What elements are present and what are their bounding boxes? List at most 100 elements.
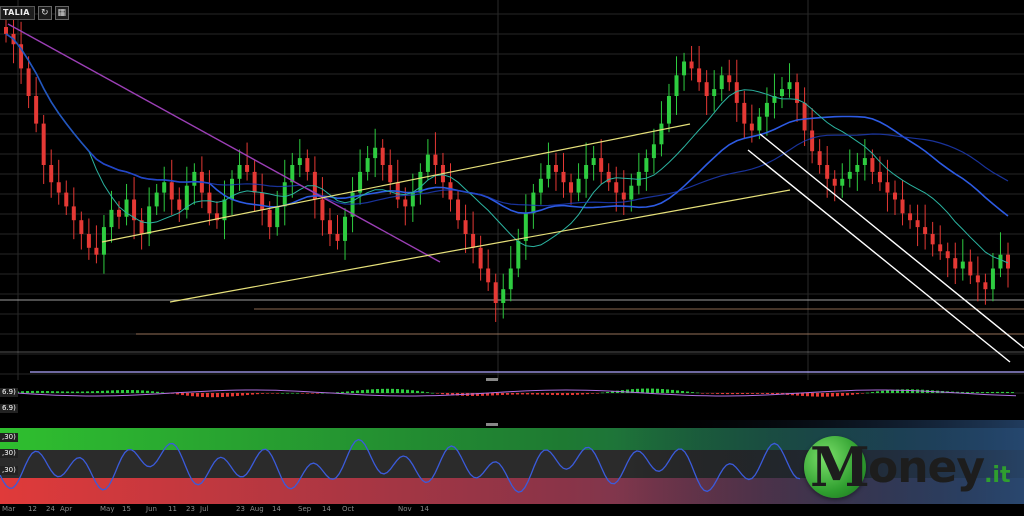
- macd-bar: [281, 392, 284, 394]
- candle-body: [456, 199, 461, 221]
- candle-body: [975, 275, 980, 283]
- macd-bar: [186, 393, 189, 396]
- candle-body: [614, 182, 619, 193]
- candle-body: [712, 89, 717, 96]
- logo-suffix: .it: [984, 463, 1011, 488]
- x-tick-label: 14: [420, 505, 429, 513]
- candle-body: [817, 151, 822, 165]
- macd-bar: [161, 392, 164, 393]
- candle-body: [862, 158, 867, 165]
- candle-body: [501, 289, 506, 303]
- candle-body: [260, 192, 265, 210]
- candle-body: [666, 96, 671, 124]
- macd-bar: [291, 392, 294, 394]
- macd-bar: [546, 393, 549, 395]
- macd-bar: [886, 390, 889, 393]
- macd-bar: [71, 391, 74, 393]
- symbol-label[interactable]: TALIA: [0, 6, 35, 20]
- candle-body: [516, 240, 521, 269]
- candle-body: [109, 209, 114, 228]
- candle-body: [885, 182, 890, 193]
- macd-bar: [96, 391, 99, 393]
- candle-body: [742, 102, 747, 124]
- candle-body: [576, 178, 581, 193]
- macd-bar: [661, 389, 664, 393]
- macd-bar: [421, 391, 424, 393]
- candle-body: [388, 165, 393, 183]
- macd-bar: [966, 392, 969, 393]
- candle-body: [923, 227, 928, 234]
- candle-body: [960, 261, 965, 269]
- x-tick-label: Mar: [2, 505, 16, 513]
- macd-bar: [691, 392, 694, 393]
- macd-bar: [126, 390, 129, 393]
- candle-body: [380, 147, 385, 165]
- macd-bar: [116, 390, 119, 393]
- macd-bar: [746, 393, 749, 394]
- macd-bar: [566, 393, 569, 396]
- candle-body: [719, 75, 724, 90]
- macd-bar: [301, 393, 304, 394]
- candle-body: [968, 261, 973, 276]
- macd-bar: [266, 393, 269, 394]
- macd-bar: [761, 393, 764, 394]
- candle-body: [403, 199, 408, 207]
- candle-body: [629, 185, 634, 200]
- candle-body: [900, 199, 905, 214]
- macd-bar: [836, 393, 839, 397]
- macd-bar: [81, 391, 84, 393]
- macd-bar: [206, 393, 209, 398]
- macd-bar: [576, 393, 579, 395]
- macd-bar: [401, 389, 404, 393]
- macd-bar: [386, 388, 389, 393]
- x-axis: Mar 12 24 Apr May 15 Jun 11 23 Jul 23 Aug 14 Sep 14 Oct…: [0, 504, 1024, 516]
- calendar-icon[interactable]: ▦: [54, 6, 69, 20]
- candle-body: [892, 192, 897, 200]
- macd-bar: [411, 390, 414, 393]
- candle-body: [207, 192, 212, 214]
- x-tick-label: Sep: [298, 505, 312, 513]
- candle-body: [749, 123, 754, 131]
- candle-body: [94, 247, 99, 255]
- x-tick-label: Jun: [146, 505, 157, 513]
- macd-bar: [441, 393, 444, 395]
- candle-body: [983, 282, 988, 290]
- candle-body: [697, 68, 702, 83]
- macd-bar: [506, 393, 509, 395]
- candle-body: [674, 75, 679, 96]
- macd-bar: [531, 393, 534, 395]
- macd-bar: [86, 391, 89, 393]
- macd-bar: [276, 393, 279, 394]
- macd-bar: [391, 388, 394, 393]
- candle-body: [945, 251, 950, 259]
- macd-bar: [41, 390, 44, 393]
- macd-bar: [361, 390, 364, 393]
- macd-bar: [256, 393, 259, 395]
- macd-bar: [861, 393, 864, 394]
- macd-bar: [236, 393, 239, 396]
- macd-bar: [741, 393, 744, 394]
- candle-body: [621, 192, 626, 200]
- x-tick-label: 24: [46, 505, 55, 513]
- refresh-icon[interactable]: ↻: [37, 6, 52, 20]
- macd-bar: [76, 391, 79, 393]
- candle-body: [320, 199, 325, 221]
- candle-body: [305, 158, 310, 172]
- x-tick-label: 15: [122, 505, 131, 513]
- candle-body: [832, 178, 837, 186]
- x-tick-label: 23: [186, 505, 195, 513]
- macd-bar: [681, 390, 684, 393]
- macd-bar: [751, 393, 754, 394]
- macd-bar: [36, 390, 39, 393]
- candle-body: [584, 165, 589, 179]
- macd-bar: [726, 393, 729, 395]
- macd-bar: [316, 393, 319, 394]
- x-tick-label: May: [100, 505, 115, 513]
- macd-bar: [231, 393, 234, 397]
- macd-bar: [651, 388, 654, 393]
- osc-label-1: ,30): [0, 433, 18, 442]
- candle-body: [4, 27, 8, 34]
- candle-body: [192, 171, 197, 186]
- macd-label-2: 6.9): [0, 404, 18, 413]
- candle-body: [49, 165, 54, 183]
